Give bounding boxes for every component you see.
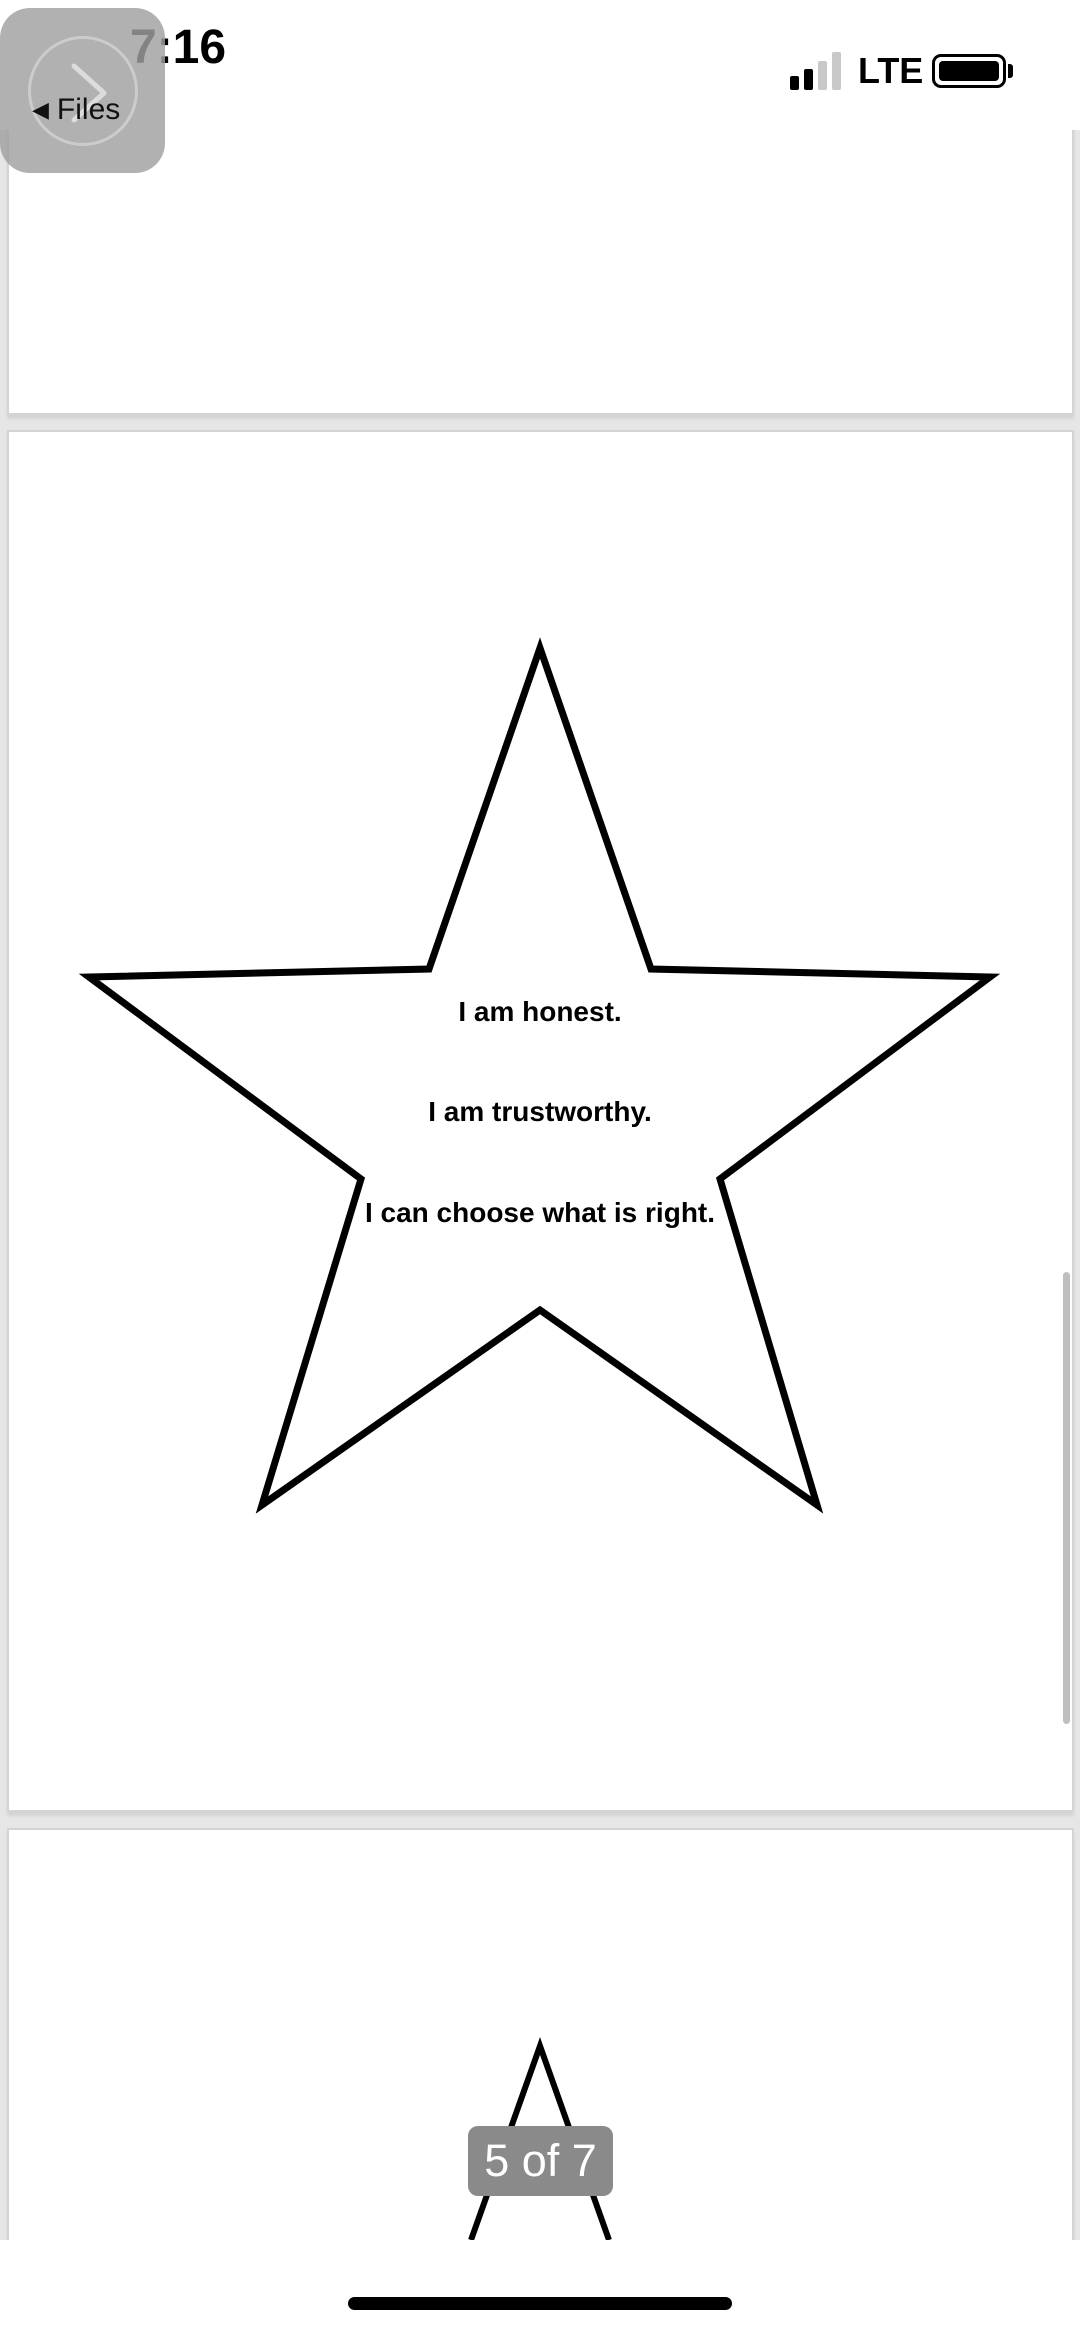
signal-icon [790, 52, 841, 90]
back-arrow-icon: ◀ [32, 97, 49, 122]
battery-icon [932, 54, 1006, 88]
star-outline-graphic [78, 637, 1001, 2242]
home-indicator[interactable] [348, 2297, 732, 2310]
back-to-files-button[interactable]: ◀ Files [0, 8, 165, 173]
page-counter: 5 of 7 [468, 2126, 613, 2196]
back-label-text: Files [56, 93, 121, 126]
battery-level [939, 61, 999, 81]
battery-tip [1008, 64, 1013, 78]
carrier-label: LTE [858, 50, 924, 91]
back-label: ◀ Files [32, 93, 120, 127]
screen: I am honest. I am trustworthy. I can cho… [0, 0, 1080, 2337]
bottom-bar [0, 2240, 1080, 2337]
star-outline [78, 637, 1001, 1514]
affirmation-choose-right: I can choose what is right. [364, 1197, 716, 1228]
affirmation-honest: I am honest. [458, 996, 622, 1027]
affirmation-trustworthy: I am trustworthy. [428, 1096, 652, 1127]
scroll-indicator[interactable] [1063, 1272, 1070, 1724]
